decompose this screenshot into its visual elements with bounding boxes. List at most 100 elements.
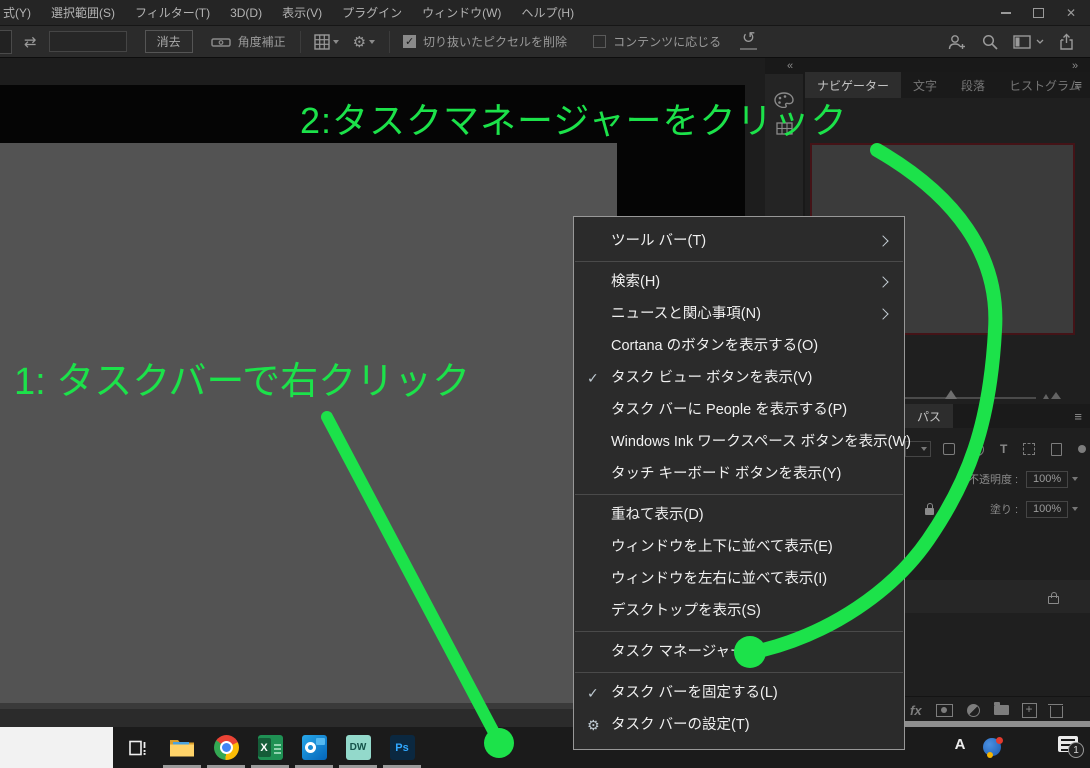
system-tray: A 1 (905, 727, 1090, 768)
outlook-icon (301, 735, 327, 760)
menu-item-help[interactable]: ヘルプ(H) (511, 4, 584, 21)
layer-style-fx-button[interactable]: fx (910, 703, 922, 718)
filter-pixel-layers-icon[interactable] (943, 443, 955, 455)
search-icon[interactable] (982, 34, 998, 50)
reset-icon[interactable]: ↺ (740, 30, 758, 50)
menu-item-view[interactable]: 表示(V) (272, 4, 332, 21)
fill-value[interactable]: 100% (1026, 500, 1069, 518)
panel-menu-icon[interactable]: ≡ (1074, 77, 1082, 92)
lock-all-icon[interactable] (925, 503, 934, 515)
submenu-arrow-icon (877, 235, 889, 247)
filter-type-layers-icon[interactable]: T (1000, 442, 1007, 456)
menu-item-people[interactable]: タスク バーに People を表示する(P) (574, 394, 904, 426)
excel-button[interactable]: X (248, 727, 292, 768)
menu-item-toolbars[interactable]: ツール バー(T) (574, 225, 904, 257)
file-explorer-icon (170, 740, 194, 757)
new-layer-button[interactable]: + (1021, 702, 1037, 718)
menu-item-search[interactable]: 検索(H) (574, 266, 904, 298)
overlay-grid-icon[interactable] (313, 33, 339, 50)
add-mask-button[interactable] (935, 703, 953, 717)
menu-item-show-desktop[interactable]: デスクトップを表示(S) (574, 595, 904, 627)
taskbar-context-menu: ツール バー(T) 検索(H) ニュースと関心事項(N) Cortana のボタ… (573, 216, 911, 750)
check-icon: ✓ (587, 370, 599, 386)
content-aware-checkbox[interactable] (593, 35, 607, 48)
filter-shape-layers-icon[interactable] (1023, 443, 1036, 455)
expand-panels-icon[interactable]: » (1072, 60, 1078, 72)
adjustment-layer-button[interactable] (966, 703, 980, 717)
filter-toggle-icon[interactable] (1078, 445, 1087, 453)
menu-item-window[interactable]: ウィンドウ(W) (412, 4, 511, 21)
collapse-panels-icon[interactable]: « (787, 60, 793, 72)
divider (299, 30, 301, 53)
filter-adjustment-layers-icon[interactable] (971, 442, 984, 456)
opacity-caret-icon[interactable] (1072, 477, 1079, 481)
delete-cropped-pixels-checkbox[interactable]: ✓ (403, 35, 417, 48)
menu-item-windows-ink[interactable]: Windows Ink ワークスペース ボタンを表示(W) (574, 426, 911, 458)
menu-item-lock-taskbar[interactable]: ✓ タスク バーを固定する(L) (574, 677, 904, 709)
delete-layer-button[interactable] (1047, 703, 1063, 718)
menu-item-touch-keyboard[interactable]: タッチ キーボード ボタンを表示(Y) (574, 458, 904, 490)
window-controls: ✕ (1000, 0, 1076, 25)
menu-item-3d[interactable]: 3D(D) (220, 6, 272, 20)
taskbar-white-window (0, 727, 113, 768)
navigator-zoom-thumb[interactable] (945, 390, 957, 399)
menu-item-task-view[interactable]: ✓ タスク ビュー ボタンを表示(V) (574, 362, 904, 394)
divider (389, 30, 391, 53)
menu-item-cascade[interactable]: 重ねて表示(D) (574, 499, 904, 531)
layers-panel-menu-icon[interactable]: ≡ (1074, 409, 1082, 424)
zoom-mountains-icon[interactable] (1043, 392, 1061, 399)
minimize-icon[interactable] (1000, 11, 1011, 14)
menu-item-taskbar-settings[interactable]: ⚙ タスク バーの設定(T) (574, 709, 904, 741)
share-icon[interactable] (1059, 33, 1074, 50)
windows-taskbar[interactable]: X DW Ps A 1 (0, 727, 1090, 768)
outlook-button[interactable] (292, 727, 336, 768)
tab-paths[interactable]: パス (905, 404, 954, 428)
add-user-icon[interactable] (948, 34, 967, 50)
opacity-label: 不透明度 : (968, 474, 1019, 486)
ratio-input[interactable] (48, 31, 127, 52)
task-view-button[interactable] (116, 727, 160, 768)
menu-item-news[interactable]: ニュースと関心事項(N) (574, 298, 904, 330)
straighten-icon[interactable] (210, 36, 231, 48)
maximize-icon[interactable] (1032, 7, 1044, 18)
file-explorer-button[interactable] (160, 727, 204, 768)
document-tab-strip (0, 58, 745, 85)
chrome-button[interactable] (204, 727, 248, 768)
menu-item-filter[interactable]: フィルター(T) (125, 4, 220, 21)
crop-options-bar: ⇄ 消去 角度補正 ⚙ ✓ 切り抜いたピクセルを削除 コンテンツに応じる ↺ (0, 25, 1090, 58)
fill-label: 塗り : (990, 504, 1019, 516)
menu-item-select[interactable]: 選択範囲(S) (41, 4, 125, 21)
tray-app-icon[interactable] (983, 737, 1003, 758)
navigator-zoom-slider[interactable] (888, 397, 1036, 399)
tab-character[interactable]: 文字 (901, 72, 949, 98)
menu-item-plugins[interactable]: プラグイン (332, 4, 412, 21)
photoshop-icon: Ps (389, 735, 415, 760)
grid-panel-icon[interactable] (775, 122, 793, 135)
workspace-switcher-icon[interactable] (1013, 34, 1044, 49)
opacity-value[interactable]: 100% (1026, 470, 1069, 488)
swap-dimensions-icon[interactable]: ⇄ (24, 33, 37, 51)
menu-item-cortana[interactable]: Cortana のボタンを表示する(O) (574, 330, 904, 362)
fill-caret-icon[interactable] (1072, 507, 1079, 511)
tab-navigator[interactable]: ナビゲーター (805, 72, 902, 98)
collapsed-panel-strip (765, 74, 803, 232)
dreamweaver-button[interactable]: DW (336, 727, 380, 768)
notification-center-icon[interactable]: 1 (1058, 736, 1084, 758)
tool-preset-icon[interactable] (0, 29, 12, 54)
color-palette-icon[interactable] (774, 92, 794, 108)
ime-language-icon[interactable]: A (950, 736, 970, 753)
clear-button[interactable]: 消去 (144, 30, 193, 53)
tab-paragraph[interactable]: 段落 (949, 72, 997, 98)
canvas[interactable] (0, 143, 617, 703)
menu-item-task-manager[interactable]: タスク マネージャー(K) (574, 636, 904, 668)
photoshop-menu-bar: 式(Y) 選択範囲(S) フィルター(T) 3D(D) 表示(V) プラグイン … (0, 0, 1090, 25)
photoshop-button[interactable]: Ps (380, 727, 424, 768)
menu-item-type[interactable]: 式(Y) (0, 4, 41, 21)
crop-settings-gear-icon[interactable]: ⚙ (353, 33, 376, 51)
dreamweaver-icon: DW (345, 735, 371, 760)
close-icon[interactable]: ✕ (1066, 7, 1076, 19)
filter-smart-objects-icon[interactable] (1051, 442, 1063, 456)
menu-item-stack-windows[interactable]: ウィンドウを上下に並べて表示(E) (574, 531, 904, 563)
menu-item-side-by-side[interactable]: ウィンドウを左右に並べて表示(I) (574, 563, 904, 595)
new-group-button[interactable] (993, 702, 1009, 715)
